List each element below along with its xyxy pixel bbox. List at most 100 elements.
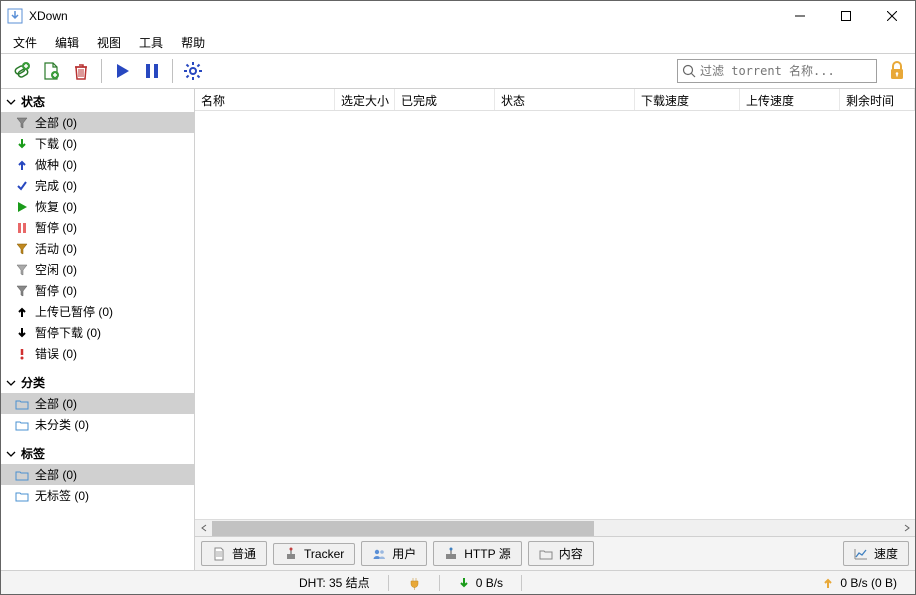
sidebar-item-seeding[interactable]: 做种 (0): [1, 154, 194, 175]
tracker-icon: [284, 547, 298, 561]
search-input[interactable]: [700, 64, 872, 78]
sidebar-item-completed[interactable]: 完成 (0): [1, 175, 194, 196]
search-box[interactable]: [677, 59, 877, 83]
scroll-left-button[interactable]: [195, 520, 212, 537]
titlebar: XDown: [1, 1, 915, 31]
down-arrow-black-icon: [15, 327, 29, 339]
column-eta[interactable]: 剩余时间: [840, 89, 915, 110]
sidebar-item-stalled[interactable]: 暂停 (0): [1, 280, 194, 301]
add-link-button[interactable]: [7, 57, 35, 85]
horizontal-scrollbar[interactable]: [195, 519, 915, 536]
sidebar-header-label: 状态: [21, 93, 45, 110]
sidebar-item-category-uncategorized[interactable]: 未分类 (0): [1, 414, 194, 435]
download-speed-icon: [458, 577, 470, 589]
pause-icon: [15, 222, 29, 234]
toolbar-separator: [172, 59, 173, 83]
sidebar-item-downloading[interactable]: 下载 (0): [1, 133, 194, 154]
sidebar-item-all[interactable]: 全部 (0): [1, 112, 194, 133]
status-dht[interactable]: DHT: 35 结点: [281, 571, 388, 594]
chevron-down-icon: [5, 448, 17, 460]
tab-http[interactable]: HTTP 源: [433, 541, 521, 566]
funnel-icon: [15, 117, 29, 129]
funnel-inactive-icon: [15, 264, 29, 276]
tab-label: 内容: [559, 545, 583, 562]
close-button[interactable]: [869, 1, 915, 31]
window-title: XDown: [29, 9, 777, 23]
pause-button[interactable]: [138, 57, 166, 85]
scroll-thumb[interactable]: [212, 521, 594, 536]
lock-button[interactable]: [885, 59, 909, 83]
column-done[interactable]: 已完成: [395, 89, 495, 110]
column-name[interactable]: 名称: [195, 89, 335, 110]
folder-open-icon: [539, 548, 553, 560]
menu-file[interactable]: 文件: [5, 32, 45, 53]
menu-edit[interactable]: 编辑: [47, 32, 87, 53]
menu-tools[interactable]: 工具: [131, 32, 171, 53]
settings-button[interactable]: [179, 57, 207, 85]
tab-label: Tracker: [304, 547, 344, 561]
menu-view[interactable]: 视图: [89, 32, 129, 53]
tab-tracker[interactable]: Tracker: [273, 543, 355, 565]
tab-general[interactable]: 普通: [201, 541, 267, 566]
menu-help[interactable]: 帮助: [173, 32, 213, 53]
minimize-button[interactable]: [777, 1, 823, 31]
app-icon: [7, 8, 23, 24]
maximize-button[interactable]: [823, 1, 869, 31]
sidebar-header-status[interactable]: 状态: [1, 91, 194, 112]
column-status[interactable]: 状态: [495, 89, 635, 110]
sidebar-header-tags[interactable]: 标签: [1, 443, 194, 464]
sidebar-item-tags-untagged[interactable]: 无标签 (0): [1, 485, 194, 506]
sidebar-item-download-paused[interactable]: 暂停下载 (0): [1, 322, 194, 343]
tab-label: 用户: [392, 545, 416, 562]
folder-icon: [15, 490, 29, 502]
sidebar-item-upload-paused[interactable]: 上传已暂停 (0): [1, 301, 194, 322]
tab-content[interactable]: 内容: [528, 541, 594, 566]
sidebar-item-label: 暂停 (0): [35, 282, 77, 299]
sidebar-item-active[interactable]: 活动 (0): [1, 238, 194, 259]
sidebar-item-tags-all[interactable]: 全部 (0): [1, 464, 194, 485]
tab-speed[interactable]: 速度: [843, 541, 909, 566]
column-upspeed[interactable]: 上传速度: [740, 89, 840, 110]
users-icon: [372, 547, 386, 561]
sidebar-item-label: 上传已暂停 (0): [35, 303, 113, 320]
sidebar-header-label: 分类: [21, 374, 45, 391]
chart-icon: [854, 548, 868, 560]
status-upload-speed[interactable]: 0 B/s (0 B): [804, 571, 915, 594]
content-area: 名称 选定大小 已完成 状态 下载速度 上传速度 剩余时间 普通: [195, 89, 915, 570]
status-download-text: 0 B/s: [476, 576, 503, 590]
tab-users[interactable]: 用户: [361, 541, 427, 566]
download-arrow-icon: [15, 138, 29, 150]
sidebar-header-category[interactable]: 分类: [1, 372, 194, 393]
sidebar-item-category-all[interactable]: 全部 (0): [1, 393, 194, 414]
scroll-right-button[interactable]: [898, 520, 915, 537]
upload-speed-icon: [822, 577, 834, 589]
sidebar-item-errored[interactable]: 错误 (0): [1, 343, 194, 364]
start-button[interactable]: [108, 57, 136, 85]
add-file-button[interactable]: [37, 57, 65, 85]
sidebar-item-label: 全部 (0): [35, 395, 77, 412]
status-upload-text: 0 B/s (0 B): [840, 576, 897, 590]
sidebar-item-resumed[interactable]: 恢复 (0): [1, 196, 194, 217]
tab-label: HTTP 源: [464, 545, 510, 562]
play-icon: [15, 201, 29, 213]
sidebar-item-label: 无标签 (0): [35, 487, 89, 504]
sidebar-item-paused[interactable]: 暂停 (0): [1, 217, 194, 238]
column-dlspeed[interactable]: 下载速度: [635, 89, 740, 110]
status-plug[interactable]: [389, 571, 439, 594]
statusbar: DHT: 35 结点 0 B/s 0 B/s (0 B): [1, 570, 915, 594]
chevron-down-icon: [5, 96, 17, 108]
menubar: 文件 编辑 视图 工具 帮助: [1, 31, 915, 53]
error-icon: [15, 348, 29, 360]
sidebar-item-label: 暂停下载 (0): [35, 324, 101, 341]
table-body: [195, 111, 915, 519]
http-icon: [444, 547, 458, 561]
sidebar-item-label: 全部 (0): [35, 466, 77, 483]
chevron-down-icon: [5, 377, 17, 389]
column-size[interactable]: 选定大小: [335, 89, 395, 110]
funnel-active-icon: [15, 243, 29, 255]
sidebar-item-inactive[interactable]: 空闲 (0): [1, 259, 194, 280]
status-download-speed[interactable]: 0 B/s: [440, 571, 521, 594]
delete-button[interactable]: [67, 57, 95, 85]
upload-arrow-icon: [15, 159, 29, 171]
toolbar: [1, 53, 915, 89]
